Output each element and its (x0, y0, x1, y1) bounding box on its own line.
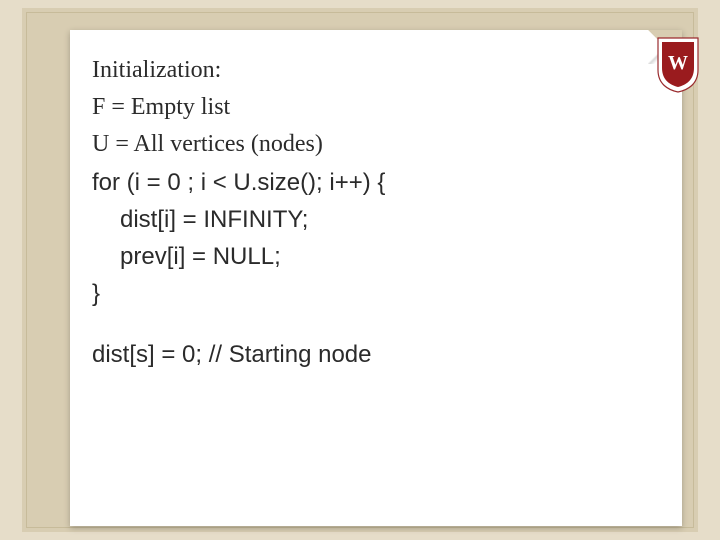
uw-crest-icon: W (656, 36, 700, 94)
line-f-empty: F = Empty list (92, 89, 652, 126)
slide-card: Initialization: F = Empty list U = All v… (70, 30, 682, 526)
line-dist-infinity: dist[i] = INFINITY; (92, 201, 652, 238)
line-u-vertices: U = All vertices (nodes) (92, 126, 652, 163)
line-for-loop: for (i = 0 ; i < U.size(); i++) { (92, 164, 652, 201)
slide-frame: Initialization: F = Empty list U = All v… (22, 8, 698, 532)
slide-body: Initialization: F = Empty list U = All v… (92, 52, 652, 374)
line-initialization: Initialization: (92, 52, 652, 89)
line-close-brace: } (92, 275, 652, 312)
line-dist-start: dist[s] = 0; // Starting node (92, 336, 652, 373)
line-prev-null: prev[i] = NULL; (92, 238, 652, 275)
spacer (92, 312, 652, 336)
svg-text:W: W (668, 52, 688, 74)
